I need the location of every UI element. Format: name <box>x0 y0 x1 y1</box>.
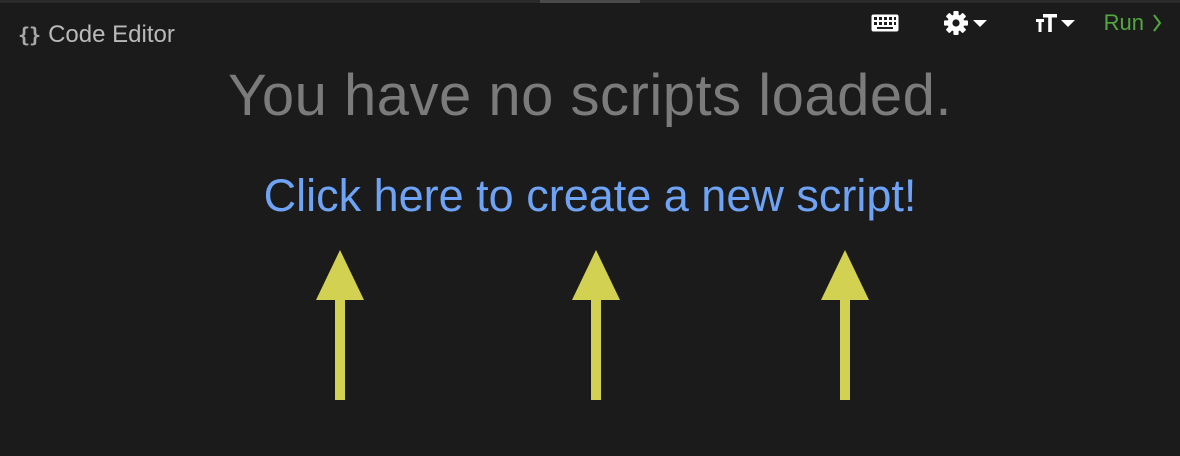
chevron-down-icon <box>1060 20 1075 27</box>
font-size-dropdown-button[interactable] <box>1035 6 1076 40</box>
gear-icon <box>943 11 968 35</box>
editor-toolbar: Run <box>871 6 1162 40</box>
editor-title: {} Code Editor <box>18 18 175 52</box>
arrow-up-icon <box>821 250 869 400</box>
chevron-right-icon <box>1153 14 1162 32</box>
code-braces-icon: {} <box>18 23 41 47</box>
resize-handle[interactable] <box>540 0 640 3</box>
panel-top-border <box>0 0 1180 3</box>
arrow-up-icon <box>572 250 620 400</box>
arrow-up-icon <box>316 250 364 400</box>
editor-title-label: Code Editor <box>48 21 175 48</box>
code-editor-panel: {} Code Editor Run You have no scripts l… <box>0 0 1180 456</box>
keyboard-icon <box>871 14 899 32</box>
no-scripts-message: You have no scripts loaded. <box>228 63 952 128</box>
font-size-icon <box>1035 14 1057 32</box>
create-new-script-link[interactable]: Click here to create a new script! <box>0 170 1180 222</box>
keyboard-shortcuts-button[interactable] <box>871 6 899 40</box>
chevron-down-icon <box>972 20 987 27</box>
run-button-label: Run <box>1103 10 1144 35</box>
run-button[interactable]: Run <box>1104 10 1162 36</box>
settings-dropdown-button[interactable] <box>943 6 988 40</box>
